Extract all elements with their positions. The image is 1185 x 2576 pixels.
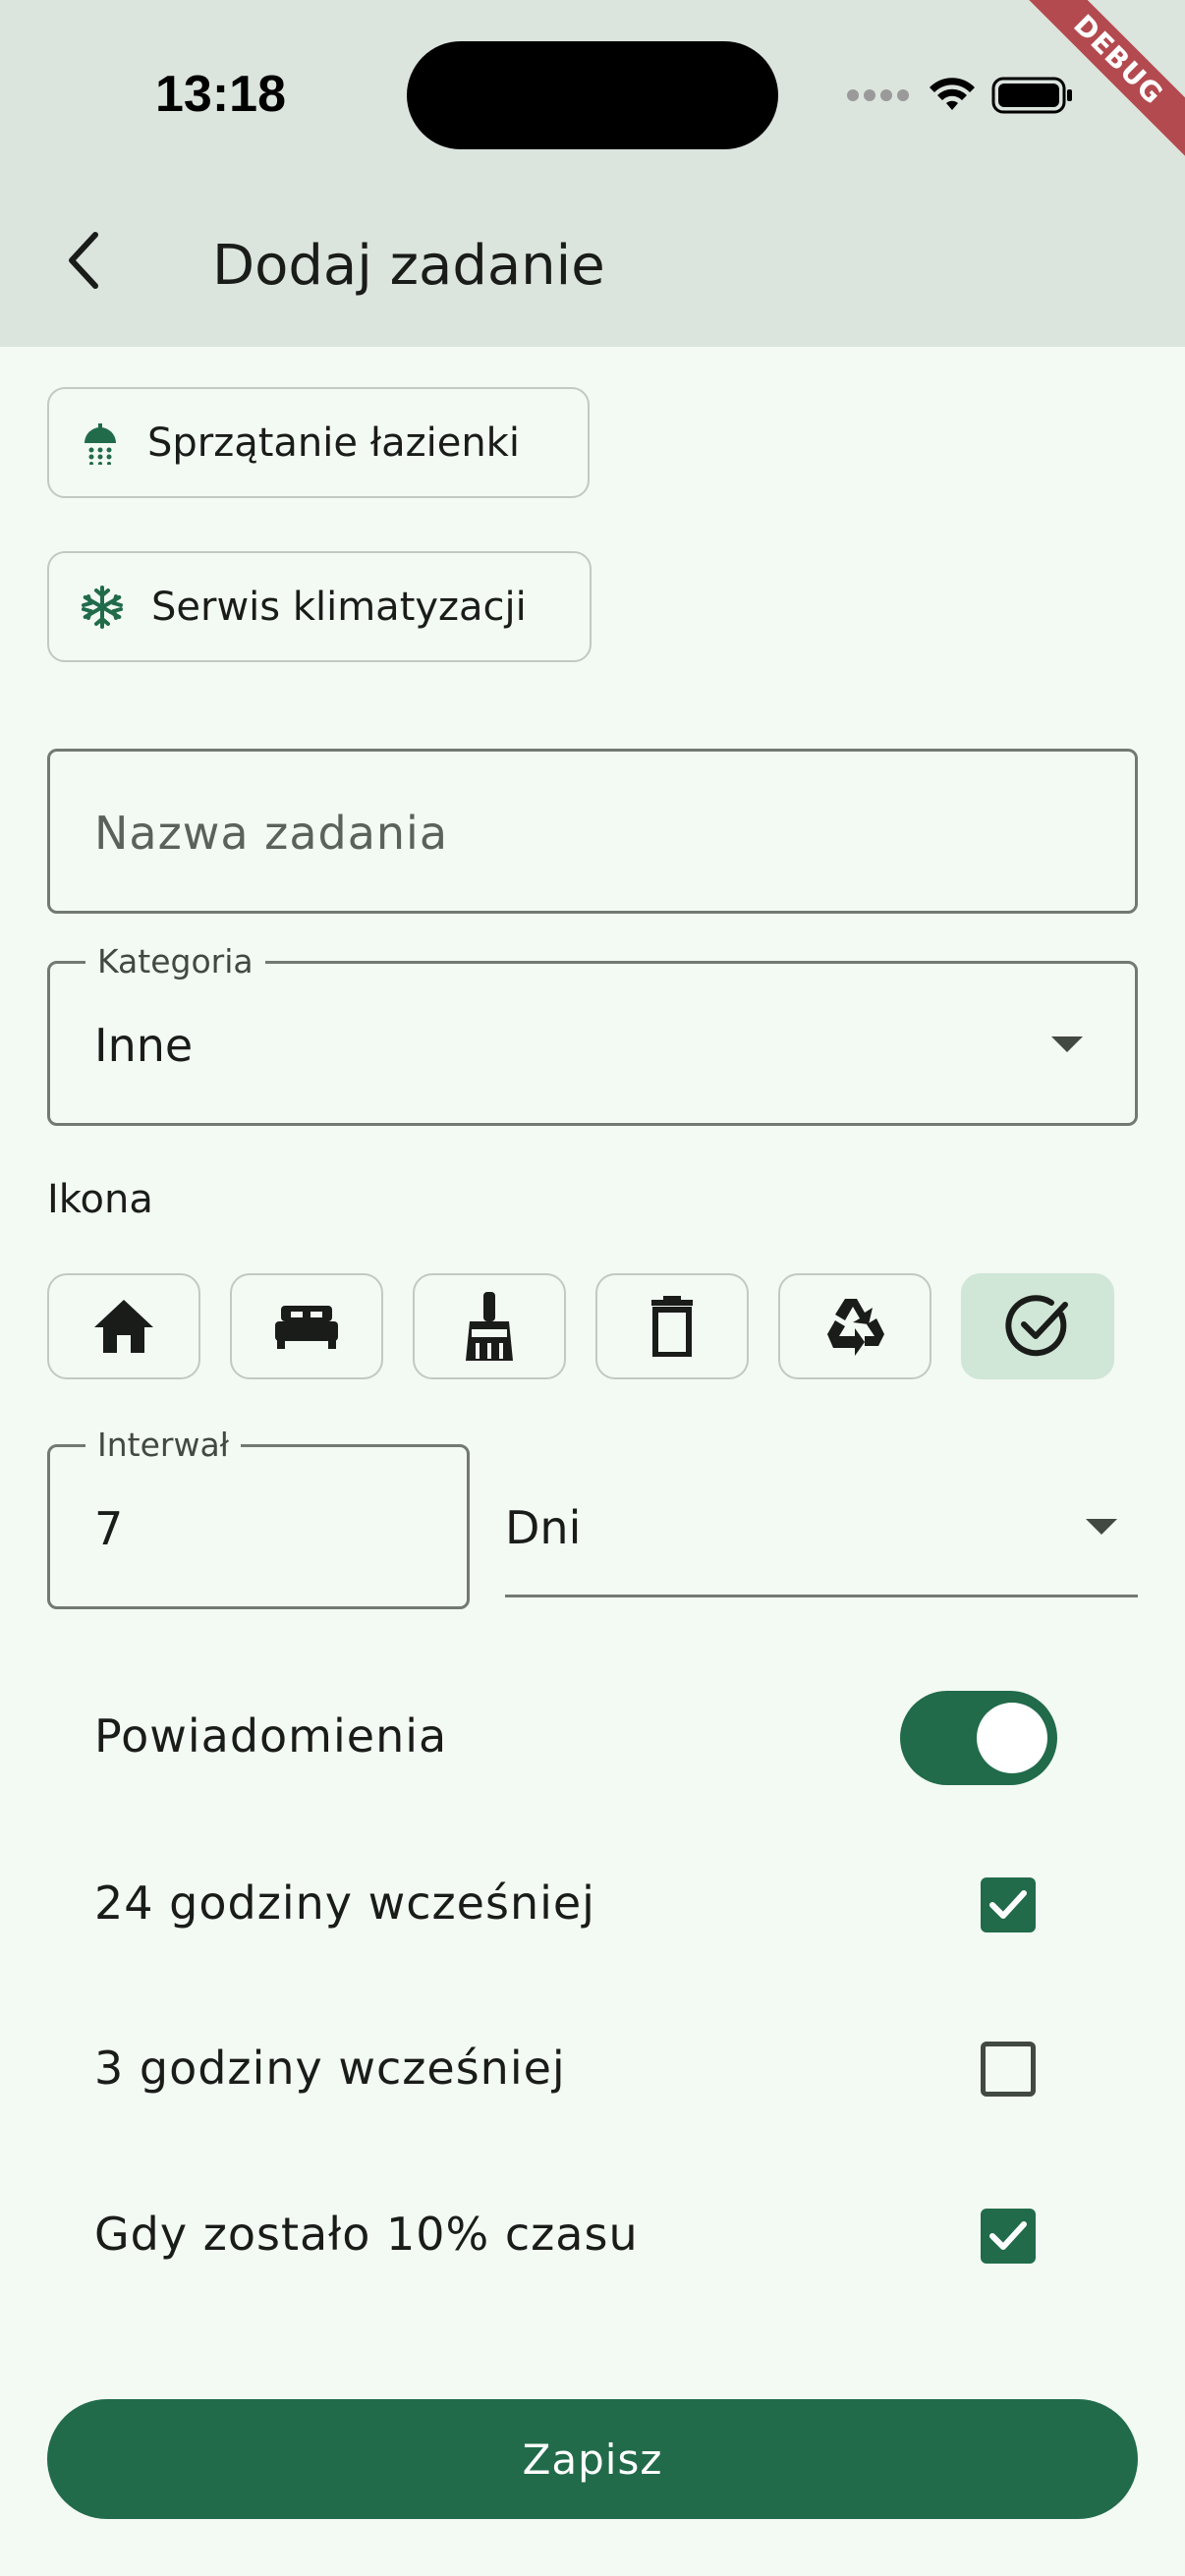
category-value: Inne bbox=[94, 1019, 194, 1072]
interval-unit-dropdown[interactable]: Dni bbox=[505, 1444, 1138, 1597]
suggestion-chip-label: Sprzątanie łazienki bbox=[147, 420, 520, 466]
reminder-24h-checkbox[interactable] bbox=[981, 1877, 1036, 1932]
reminder-3h-checkbox[interactable] bbox=[981, 2042, 1036, 2097]
reminder-10pct-checkbox[interactable] bbox=[981, 2209, 1036, 2264]
chevron-left-icon bbox=[69, 232, 98, 289]
reminder-3h-label: 3 godziny wcześniej bbox=[94, 2042, 566, 2095]
reminder-24h-label: 24 godziny wcześniej bbox=[94, 1876, 595, 1930]
app-bar: Dodaj zadanie bbox=[0, 187, 1185, 347]
broom-icon bbox=[466, 1292, 513, 1361]
icon-option-broom[interactable] bbox=[413, 1273, 566, 1379]
icon-option-trash[interactable] bbox=[595, 1273, 749, 1379]
bed-icon bbox=[275, 1306, 338, 1349]
battery-icon bbox=[991, 77, 1072, 114]
status-time: 13:18 bbox=[155, 66, 286, 123]
status-bar: 13:18 DEBUG bbox=[0, 0, 1185, 187]
icon-option-home[interactable] bbox=[47, 1273, 200, 1379]
checkmark-icon bbox=[989, 1890, 1027, 1919]
shower-icon bbox=[85, 422, 116, 465]
icon-option-bed[interactable] bbox=[230, 1273, 383, 1379]
toggle-knob bbox=[977, 1703, 1047, 1773]
interval-unit-value: Dni bbox=[505, 1501, 582, 1554]
page-title: Dodaj zadanie bbox=[212, 234, 605, 298]
dynamic-island bbox=[407, 41, 778, 149]
save-button[interactable]: Zapisz bbox=[47, 2399, 1138, 2519]
status-icons bbox=[847, 71, 1074, 120]
interval-input[interactable]: Interwał 7 bbox=[47, 1426, 470, 1609]
category-dropdown[interactable]: Kategoria Inne bbox=[47, 942, 1138, 1126]
dropdown-arrow-icon bbox=[1086, 1519, 1117, 1535]
trash-icon bbox=[651, 1296, 693, 1357]
suggestion-chip-ac-service[interactable]: Serwis klimatyzacji bbox=[47, 551, 592, 662]
dropdown-arrow-icon bbox=[1051, 1036, 1083, 1052]
checkmark-icon bbox=[989, 2221, 1027, 2250]
suggestion-chip-label: Serwis klimatyzacji bbox=[151, 584, 527, 630]
wifi-icon bbox=[930, 78, 975, 110]
icon-option-check[interactable] bbox=[961, 1273, 1114, 1379]
suggestion-chip-bathroom[interactable]: Sprzątanie łazienki bbox=[47, 387, 590, 498]
check-circle-icon bbox=[1005, 1295, 1068, 1357]
cellular-signal-icon bbox=[847, 89, 909, 101]
notifications-toggle[interactable] bbox=[900, 1691, 1057, 1785]
reminder-10pct-label: Gdy zostało 10% czasu bbox=[94, 2208, 639, 2261]
icon-option-recycle[interactable] bbox=[778, 1273, 931, 1379]
back-button[interactable] bbox=[49, 226, 118, 295]
category-label: Kategoria bbox=[85, 942, 265, 980]
recycle-icon bbox=[827, 1299, 884, 1356]
interval-label: Interwał bbox=[85, 1426, 242, 1464]
interval-value: 7 bbox=[94, 1502, 124, 1555]
notifications-label: Powiadomienia bbox=[94, 1709, 448, 1763]
snowflake-icon bbox=[82, 585, 123, 629]
task-name-placeholder: Nazwa zadania bbox=[94, 807, 449, 860]
task-name-input[interactable]: Nazwa zadania bbox=[47, 749, 1138, 914]
home-icon bbox=[94, 1300, 153, 1353]
icon-section-label: Ikona bbox=[47, 1177, 153, 1222]
